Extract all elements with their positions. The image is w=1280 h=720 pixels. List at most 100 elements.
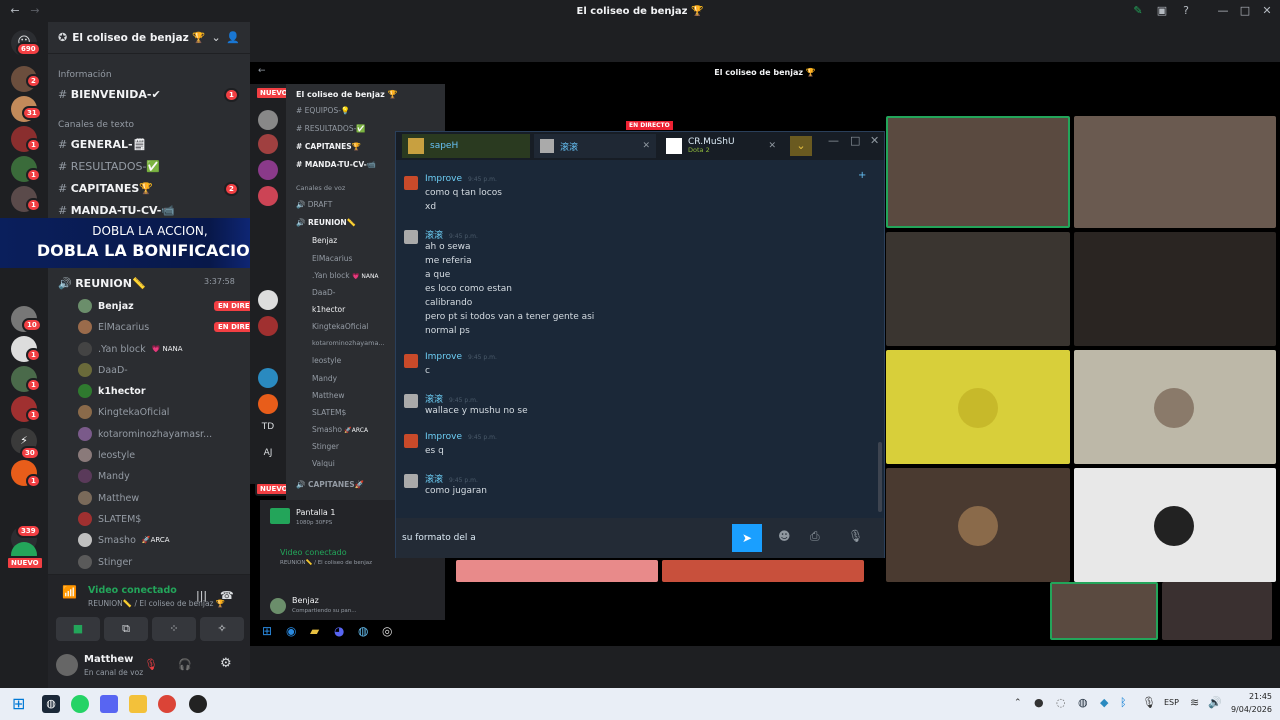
file-explorer-icon[interactable] [129, 695, 147, 713]
voice-user[interactable]: DaaD- [78, 360, 128, 380]
mute-icon[interactable]: 🎙 [144, 658, 158, 671]
voice-user[interactable]: KingtekaOficial [78, 402, 169, 422]
section-info[interactable]: Información [58, 70, 112, 80]
tab-dropdown-button[interactable]: ⌄ [790, 136, 812, 156]
bluetooth-icon[interactable]: ᛒ [1120, 696, 1127, 709]
steam-icon[interactable]: ◍ [42, 695, 60, 713]
nitro-icon[interactable]: ✎ [1131, 4, 1145, 18]
soundboard-button[interactable]: ✧ [200, 617, 244, 641]
user-name: KingtekaOficial [98, 406, 170, 418]
tray-steam-icon[interactable]: ◍ [1078, 696, 1088, 709]
obs-icon[interactable] [189, 695, 207, 713]
avatar[interactable] [56, 654, 78, 676]
video-tile [886, 116, 1070, 228]
signal-icon[interactable]: 📶 [62, 585, 77, 599]
maximize-icon[interactable]: □ [850, 134, 860, 147]
attachment-icon[interactable]: ⎙ [810, 529, 820, 544]
headphones-icon[interactable]: 🎧 [178, 658, 192, 671]
voice-user[interactable]: SLATEM$ [78, 509, 141, 529]
channel-manda-tu-cv[interactable]: # MANDA-TU-CV-📹 [58, 204, 258, 217]
emoticon-icon[interactable]: ☻ [778, 529, 791, 543]
user-tag: 🚀ARCA [141, 536, 170, 544]
noise-suppression-icon[interactable]: ||| [196, 589, 207, 602]
close-tab-icon[interactable]: ✕ [768, 141, 776, 151]
channel-label: MANDA-TU-CV-📹 [70, 204, 176, 217]
discord-icon[interactable] [100, 695, 118, 713]
voice-user[interactable]: leostyle [78, 445, 135, 465]
message-author[interactable]: 滚滚 9:45 p.m. [425, 472, 478, 485]
channel-general[interactable]: # GENERAL-🗒 [58, 138, 258, 151]
chat-input[interactable]: su formato del a [402, 526, 732, 550]
voice-user[interactable]: Matthew [78, 488, 139, 508]
minimize-icon[interactable]: — [1216, 4, 1230, 18]
add-friend-icon[interactable]: + [858, 170, 866, 181]
settings-gear-icon[interactable]: ⚙ [220, 656, 232, 671]
whatsapp-icon[interactable] [71, 695, 89, 713]
tray-app-icon[interactable]: ◆ [1100, 696, 1108, 709]
chat-scrollbar[interactable] [878, 442, 882, 512]
avatar [404, 176, 418, 190]
voice-channel-reunion[interactable]: 🔊 REUNION📏 3:37:58 [58, 277, 258, 290]
tray-app-icon[interactable]: ◌ [1056, 696, 1066, 709]
chat-tab-game: Dota 2 [688, 146, 710, 154]
voice-user[interactable]: k1hector [78, 381, 146, 401]
screen-share-button[interactable]: ⧉ [104, 617, 148, 641]
voice-user[interactable]: kotarominozhayamasr... [78, 424, 212, 444]
disconnect-icon[interactable]: ☎ [220, 589, 234, 602]
nested-channel: # EQUIPOS-💡 [296, 106, 351, 115]
inbox-icon[interactable]: ▣ [1155, 4, 1169, 18]
message-time: 9:45 p.m. [449, 397, 478, 404]
badge: 690 [16, 42, 41, 56]
voice-user[interactable]: ElMacarius EN DIRECTO [78, 317, 270, 337]
nested-voice-user: Valqui [312, 459, 335, 468]
camera-button[interactable]: ■ [56, 617, 100, 641]
message-line: c [425, 366, 430, 376]
voice-user[interactable]: .Yan block 💗 NANA [78, 339, 183, 359]
wifi-icon[interactable]: ≋ [1190, 696, 1199, 709]
chat-tab-active[interactable]: CR.MuShU Dota 2 ✕ [660, 134, 784, 158]
maximize-icon[interactable]: □ [1238, 4, 1252, 18]
chat-tab[interactable]: 滚滚 ✕ [534, 134, 656, 158]
close-tab-icon[interactable]: ✕ [642, 141, 650, 151]
channel-resultados[interactable]: # RESULTADOS-✅ [58, 160, 258, 173]
add-member-icon[interactable]: 👤 [226, 31, 240, 44]
nested-voice-user: leostyle [312, 356, 342, 365]
minimize-icon[interactable]: — [828, 134, 839, 147]
chevron-down-icon: ⌄ [211, 31, 221, 44]
message-author[interactable]: Improve 9:45 p.m. [425, 432, 497, 442]
windows-start-icon[interactable]: ⊞ [12, 694, 25, 713]
section-text[interactable]: Canales de texto [58, 120, 134, 130]
tray-app-icon[interactable]: ● [1034, 696, 1044, 709]
voice-status-title[interactable]: Video conectado [88, 585, 177, 596]
voice-icon[interactable]: 🎙 [848, 529, 863, 543]
help-icon[interactable]: ? [1179, 4, 1193, 18]
voice-user[interactable]: Stinger [78, 552, 132, 572]
voice-channel-timer: 3:37:58 [204, 277, 235, 286]
send-button[interactable]: ➤ [732, 524, 762, 552]
message-author[interactable]: 滚滚 9:45 p.m. [425, 228, 478, 241]
tray-chevron-icon[interactable]: ⌃ [1014, 698, 1022, 708]
server-initials: AJ [263, 448, 273, 458]
message-author[interactable]: Improve 9:45 p.m. [425, 174, 497, 184]
nested-voice-user: SLATEM$ [312, 408, 347, 417]
close-icon[interactable]: ✕ [870, 134, 879, 147]
close-icon[interactable]: ✕ [1260, 4, 1274, 18]
message-time: 9:45 p.m. [468, 434, 497, 441]
badge: 1 [26, 378, 41, 392]
avatar [78, 384, 92, 398]
chat-tab[interactable]: sapeH [402, 134, 530, 158]
clock-time[interactable]: 21:45 [1228, 692, 1272, 701]
voice-user[interactable]: Smasho 🚀ARCA [78, 530, 170, 550]
activities-button[interactable]: ⁘ [152, 617, 196, 641]
nested-server-list: NUEVO TD AJ NUEVO [250, 84, 293, 496]
language-indicator[interactable]: ESP [1164, 698, 1179, 707]
voice-user[interactable]: Mandy [78, 466, 130, 486]
message-author[interactable]: 滚滚 9:45 p.m. [425, 392, 478, 405]
microphone-icon[interactable]: 🎙 [1142, 696, 1156, 709]
avatar [404, 354, 418, 368]
voice-user[interactable]: Benjaz EN DIRECTO [78, 296, 270, 316]
server-header[interactable]: ✪ El coliseo de benjaz 🏆 ⌄ 👤 [48, 22, 250, 54]
clock-date[interactable]: 9/04/2026 [1220, 705, 1272, 714]
chrome-icon[interactable] [158, 695, 176, 713]
message-author[interactable]: Improve 9:45 p.m. [425, 352, 497, 362]
